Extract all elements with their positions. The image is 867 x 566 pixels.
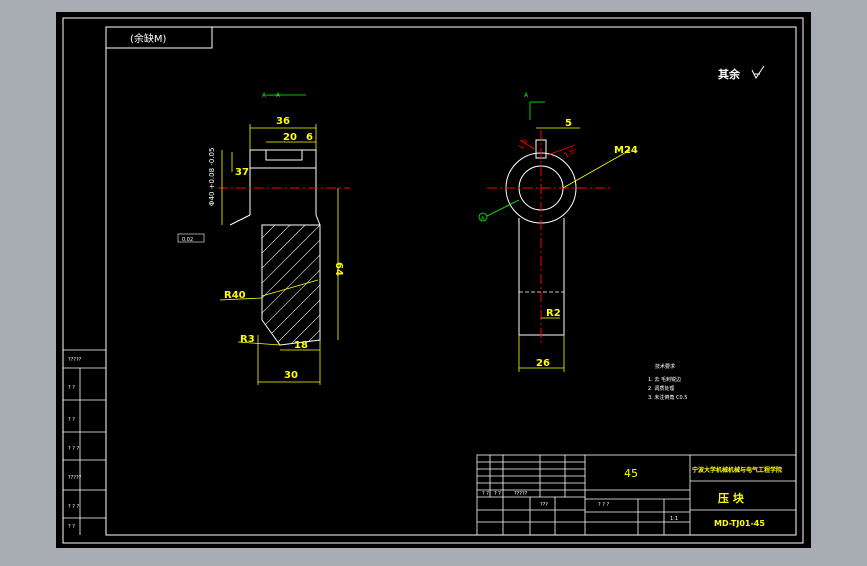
strip-label-2: ? ? bbox=[68, 417, 75, 423]
dim-shoulder: 6 bbox=[306, 132, 313, 143]
school-name: 宁波大学机械机械与电气工程学院 bbox=[692, 466, 782, 474]
drawing-svg: (余缺M) ????? ? ? ? ? ? ? ? ????? ? ? ? ? … bbox=[0, 0, 867, 562]
section-label-left: A — A bbox=[262, 92, 281, 99]
tb-row-label-0: ? ? bbox=[482, 491, 489, 497]
strip-label-3: ? ? ? bbox=[68, 446, 79, 452]
dim-key-width: 5 bbox=[565, 118, 572, 129]
dim-height: 64 bbox=[333, 262, 344, 276]
drawing-number: MD-TJ01-45 bbox=[714, 519, 765, 528]
callout-label: A bbox=[481, 216, 485, 222]
strip-label-5: ? ? ? bbox=[68, 504, 79, 510]
dim-end-width: 26 bbox=[536, 358, 550, 369]
part-name: 压 块 bbox=[718, 491, 745, 505]
scale-value: 1:1 bbox=[670, 516, 678, 522]
tolerance-frame-label: 0.02 bbox=[182, 237, 193, 243]
tech-notes-title: 技术要求 bbox=[655, 363, 675, 370]
tb-row-label-1: ? ? bbox=[494, 491, 501, 497]
tech-note-3: 3. 未注倒角 C0.5 bbox=[648, 394, 687, 401]
dim-end-radius: R2 bbox=[546, 308, 561, 319]
dim-thread: M24 bbox=[614, 145, 638, 156]
material-label: 45 bbox=[624, 467, 638, 480]
dim-diameter-tol: Φ40 +0.08 -0.05 bbox=[208, 148, 216, 206]
tech-note-1: 1. 去 毛刺锐边 bbox=[648, 376, 681, 383]
dim-top-width: 36 bbox=[276, 116, 290, 127]
dim-radius-small: R3 bbox=[240, 334, 255, 345]
tb-row-label-4: ? ? ? bbox=[598, 502, 609, 508]
strip-label-1: ? ? bbox=[68, 385, 75, 391]
surface-finish-note: 其余 bbox=[718, 67, 741, 81]
cad-viewport: (余缺M) ????? ? ? ? ? ? ? ? ????? ? ? ? ? … bbox=[0, 0, 867, 562]
header-box-label: (余缺M) bbox=[130, 32, 167, 45]
strip-label-4: ????? bbox=[68, 475, 82, 481]
tb-row-label-2: ????? bbox=[514, 491, 528, 497]
strip-label-0: ????? bbox=[68, 357, 82, 363]
tb-row-label-3: ??? bbox=[540, 502, 548, 508]
tech-note-2: 2. 调质处理 bbox=[648, 385, 674, 392]
dim-slot-width: 20 bbox=[283, 132, 297, 143]
dim-hole-depth: 37 bbox=[235, 167, 249, 178]
dim-bottom-step: 18 bbox=[294, 340, 308, 351]
dim-radius-large: R40 bbox=[224, 290, 246, 301]
dim-bottom-width: 30 bbox=[284, 370, 298, 381]
strip-label-6: ? ? bbox=[68, 524, 75, 530]
